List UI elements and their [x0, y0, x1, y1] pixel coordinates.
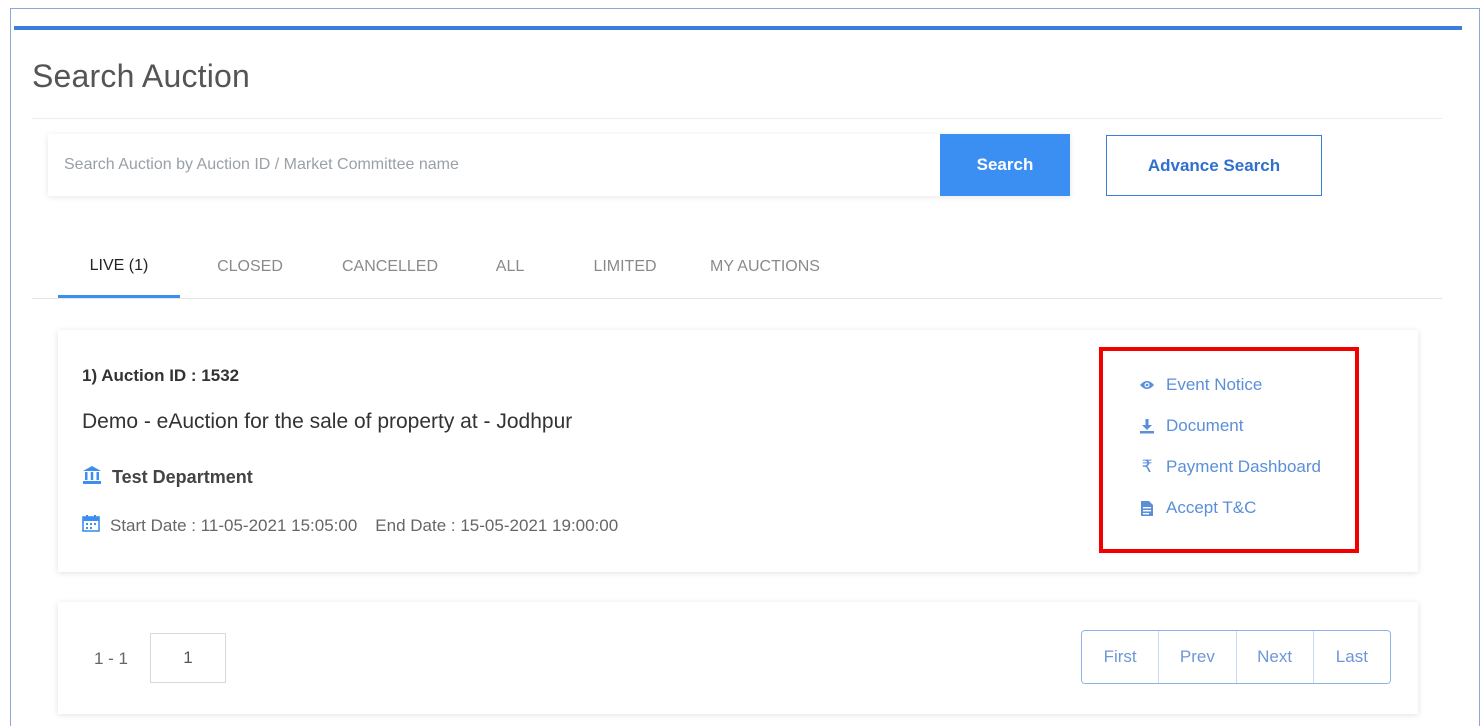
tab-live[interactable]: LIVE (1) — [58, 236, 180, 298]
page-title: Search Auction — [32, 58, 251, 94]
pagination-card: 1 - 1 First Prev Next Last — [58, 602, 1418, 714]
search-bar: Search — [48, 134, 1070, 196]
next-page-button[interactable]: Next — [1236, 631, 1314, 683]
event-notice-label: Event Notice — [1166, 375, 1263, 394]
last-page-button[interactable]: Last — [1313, 631, 1390, 683]
auction-title: Demo - eAuction for the sale of property… — [82, 410, 573, 433]
search-input[interactable] — [48, 134, 940, 196]
page-range: 1 - 1 — [94, 649, 129, 668]
tab-my-auctions[interactable]: MY AUCTIONS — [690, 236, 840, 298]
top-accent-bar — [14, 26, 1462, 30]
document-label: Document — [1166, 416, 1244, 435]
tabs-divider — [32, 298, 1442, 299]
tab-limited[interactable]: LIMITED — [560, 236, 690, 298]
accept-tc-link[interactable]: Accept T&C — [1138, 497, 1321, 519]
title-divider — [32, 118, 1442, 119]
department-name: Test Department — [112, 467, 253, 487]
end-date: End Date : 15-05-2021 19:00:00 — [375, 515, 619, 535]
download-icon — [1138, 418, 1156, 434]
tab-closed[interactable]: CLOSED — [180, 236, 320, 298]
prev-page-button[interactable]: Prev — [1159, 631, 1237, 683]
search-button[interactable]: Search — [940, 134, 1070, 196]
auction-id: 1) Auction ID : 1532 — [82, 366, 240, 385]
page-number-input[interactable] — [150, 633, 226, 683]
tab-cancelled[interactable]: CANCELLED — [320, 236, 460, 298]
auction-actions: Event Notice Document ₹ Payment Dashboar… — [1138, 374, 1321, 519]
first-page-button[interactable]: First — [1082, 631, 1160, 683]
eye-icon — [1138, 379, 1156, 391]
payment-dashboard-link[interactable]: ₹ Payment Dashboard — [1138, 456, 1321, 478]
document-link[interactable]: Document — [1138, 415, 1321, 437]
advance-search-button[interactable]: Advance Search — [1106, 135, 1322, 196]
start-date: Start Date : 11-05-2021 15:05:00 — [110, 515, 358, 535]
pagination-controls: First Prev Next Last — [1081, 630, 1391, 684]
accept-tc-label: Accept T&C — [1166, 498, 1257, 517]
auction-dates: Start Date : 11-05-2021 15:05:00 End Dat… — [82, 514, 618, 537]
auction-card: 1) Auction ID : 1532 Demo - eAuction for… — [58, 330, 1418, 572]
file-text-icon — [1138, 500, 1156, 517]
payment-dashboard-label: Payment Dashboard — [1166, 457, 1321, 476]
bank-icon — [82, 465, 102, 490]
tab-all[interactable]: ALL — [460, 236, 560, 298]
department: Test Department — [82, 465, 253, 490]
event-notice-link[interactable]: Event Notice — [1138, 374, 1321, 396]
auction-tabs: LIVE (1) CLOSED CANCELLED ALL LIMITED MY… — [58, 236, 840, 298]
calendar-icon — [82, 514, 100, 537]
rupee-icon: ₹ — [1141, 457, 1153, 476]
